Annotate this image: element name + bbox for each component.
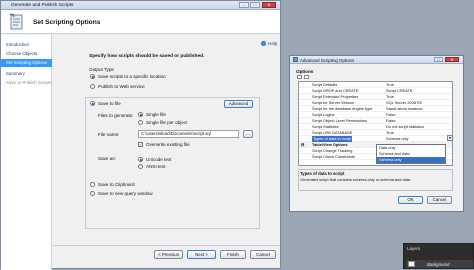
option-row[interactable]: Script USE DATABASE True — [299, 130, 452, 136]
overwrite-checkbox[interactable]: ✓ — [138, 142, 143, 147]
layer-row[interactable]: Background — [406, 260, 473, 268]
clipboard-radio[interactable] — [90, 182, 95, 187]
minimize-button[interactable]: – — [239, 2, 249, 8]
option-row[interactable]: Script Defaults True — [299, 82, 452, 88]
files-to-generate-label: Files to generate: — [98, 113, 134, 118]
nav-item-save-or-publish[interactable]: Save or Publish Scripts — [1, 79, 52, 87]
dropdown-option[interactable]: Schema and data — [377, 151, 445, 157]
finish-button[interactable]: Finish — [220, 250, 246, 259]
output-type-label: Output Type — [89, 67, 114, 72]
ansi-radio[interactable] — [138, 164, 143, 169]
single-file-label: Single file — [146, 112, 166, 117]
layer-name: Background — [427, 261, 450, 267]
publish-radio[interactable] — [90, 84, 95, 89]
generate-scripts-window: Generate and Publish Scripts – □ ✕ Set S… — [0, 0, 281, 270]
option-row[interactable]: Script Object-Level Permissions False — [299, 118, 452, 124]
maximize-button[interactable]: □ — [250, 2, 260, 8]
script-scroll-icon — [9, 13, 23, 30]
single-file-radio[interactable] — [138, 112, 143, 117]
unicode-radio[interactable] — [138, 157, 143, 162]
save-to-file-radio[interactable] — [90, 101, 95, 106]
instruction-text: Specify how scripts should be saved or p… — [89, 54, 205, 59]
option-row[interactable]: Script Logins False — [299, 112, 452, 118]
next-button[interactable]: Next > — [187, 250, 216, 259]
new-query-label: Save to new query window — [98, 191, 153, 196]
save-as-label: Save as: — [98, 156, 116, 161]
description-title: Types of data to script — [300, 171, 345, 176]
description-text: Generates script that contains schema on… — [300, 177, 412, 182]
dialog-title-bar: Advanced Scripting Options □ ✕ — [290, 56, 463, 64]
help-link[interactable]: Help — [268, 41, 277, 46]
dialog-close-button[interactable]: ✕ — [445, 57, 459, 62]
layers-panel: Layers Background — [403, 243, 474, 269]
option-row[interactable]: Script Extended Properties True — [299, 94, 452, 100]
clipboard-label: Save to Clipboard — [98, 182, 135, 187]
save-scripts-label: Save scripts to a specific location — [98, 74, 166, 79]
single-file-per-object-radio[interactable] — [138, 120, 143, 125]
nav-item-set-scripting-options[interactable]: Set Scripting Options — [1, 59, 52, 67]
option-row[interactable]: Script for Server Version SQL Server 2008… — [299, 100, 452, 106]
help-icon[interactable]: ? — [261, 41, 266, 46]
dialog-title: Advanced Scripting Options — [300, 57, 355, 63]
nav-item-introduction[interactable]: Introduction — [1, 41, 52, 49]
dropdown-arrow-icon[interactable]: ▼ — [447, 135, 453, 141]
option-row-selected[interactable]: Types of data to script Schema only — [299, 136, 452, 142]
single-file-per-object-label: Single file per object — [146, 120, 188, 125]
nav-item-summary[interactable]: Summary — [1, 70, 52, 78]
layers-title: Layers — [407, 246, 421, 251]
save-to-file-label: Save to file — [98, 101, 121, 106]
dialog-maximize-button[interactable]: □ — [434, 57, 443, 62]
dialog-cancel-button[interactable]: Cancel — [427, 196, 452, 204]
ok-button[interactable]: OK — [398, 196, 423, 204]
cancel-button[interactable]: Cancel — [250, 250, 276, 259]
wizard-nav: Introduction Choose Objects Set Scriptin… — [1, 35, 52, 270]
file-name-label: File name: — [98, 132, 120, 137]
close-button[interactable]: ✕ — [262, 2, 276, 8]
window-title: Generate and Publish Scripts — [11, 3, 74, 8]
footer-divider — [53, 245, 280, 246]
layer-thumbnail — [408, 261, 415, 267]
sort-alphabetical-icon[interactable] — [304, 75, 309, 79]
advanced-button[interactable]: Advanced — [224, 100, 253, 108]
dialog-app-icon — [293, 57, 298, 62]
nav-item-choose-objects[interactable]: Choose Objects — [1, 50, 52, 58]
new-query-radio[interactable] — [90, 191, 95, 196]
window-title-bar: Generate and Publish Scripts – □ ✕ — [1, 1, 280, 10]
previous-button[interactable]: < Previous — [154, 250, 183, 259]
unicode-label: Unicode text — [146, 157, 172, 162]
option-row[interactable]: Script DROP and CREATE Script CREATE — [299, 88, 452, 94]
advanced-scripting-options-dialog: Advanced Scripting Options □ ✕ Options S… — [289, 55, 464, 212]
file-name-input[interactable]: C:\Users\sbrad\Documents\script.sql — [138, 130, 239, 138]
option-row[interactable]: Script for the database engine type Stand… — [299, 106, 452, 112]
collapse-icon: ⊟ — [301, 142, 305, 147]
sort-categorized-icon[interactable] — [297, 75, 302, 79]
save-scripts-radio[interactable] — [90, 74, 95, 79]
option-row[interactable]: Script Statistics Do not script statistic… — [299, 124, 452, 130]
description-panel: Types of data to script Generates script… — [298, 169, 453, 191]
publish-label: Publish to Web service — [98, 84, 145, 89]
ansi-label: ANSI text — [146, 164, 166, 169]
data-type-dropdown-list[interactable]: Data only Schema and data Schema only — [376, 144, 446, 164]
browse-button[interactable]: ... — [243, 130, 253, 138]
overwrite-label: Overwrite existing file — [146, 142, 190, 147]
dropdown-option[interactable]: Data only — [377, 145, 445, 151]
options-label: Options — [296, 69, 314, 74]
wizard-header: Set Scripting Options — [1, 10, 280, 34]
dropdown-option-selected[interactable]: Schema only — [377, 157, 445, 163]
page-heading: Set Scripting Options — [33, 19, 101, 26]
